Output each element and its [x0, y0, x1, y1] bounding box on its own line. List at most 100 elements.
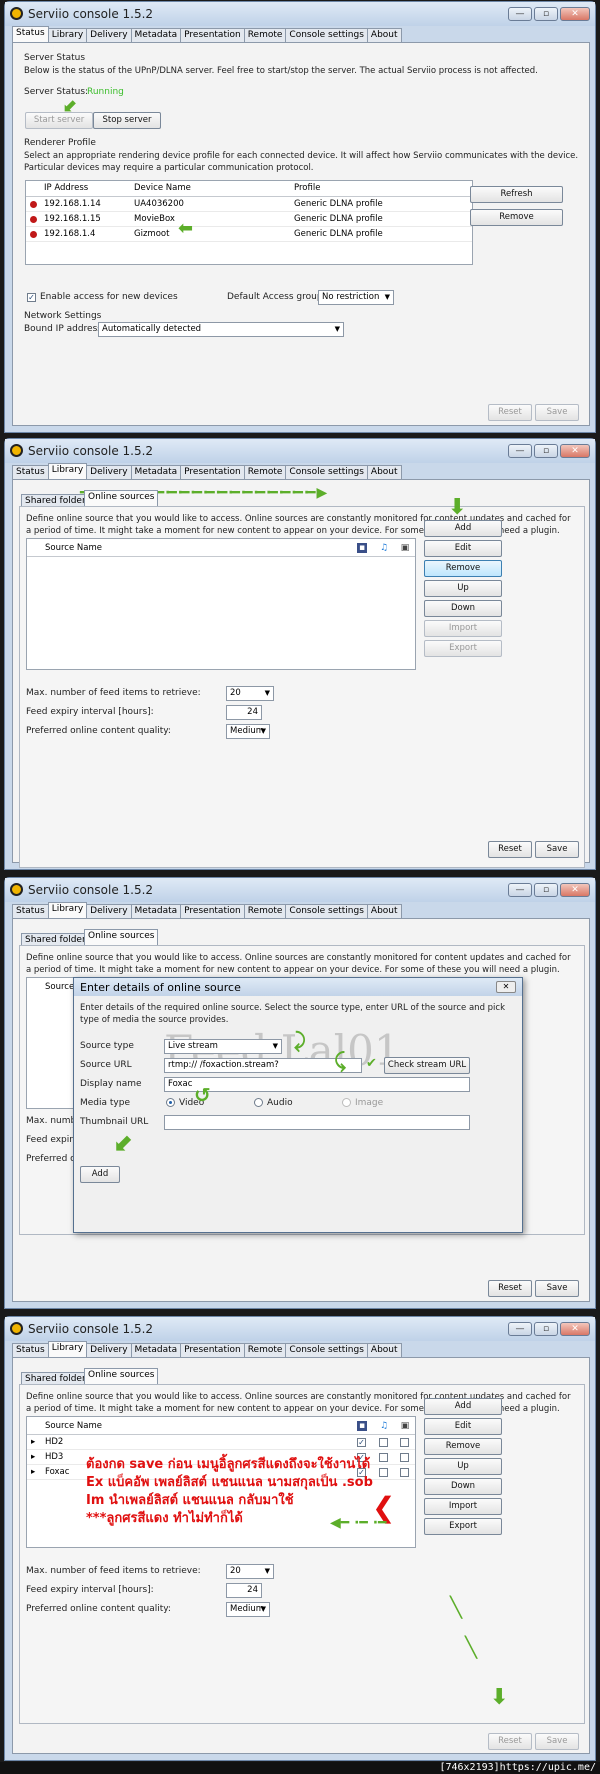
audio-checkbox[interactable]	[379, 1453, 388, 1462]
export-button[interactable]: Export	[424, 640, 502, 657]
source-row[interactable]: ▸ HD2 ✓	[27, 1435, 415, 1450]
save-button[interactable]: Save	[535, 1733, 579, 1750]
tab-status[interactable]: Status	[12, 1343, 49, 1357]
tab-metadata[interactable]: Metadata	[130, 1343, 182, 1357]
tab-console-settings[interactable]: Console settings	[285, 1343, 368, 1357]
tab-about[interactable]: About	[366, 465, 402, 479]
down-button[interactable]: Down	[424, 600, 502, 617]
bound-ip-select[interactable]: Automatically detected ▼	[98, 322, 344, 337]
add-source-button[interactable]: Add	[424, 520, 502, 537]
table-row[interactable]: 192.168.1.4 Gizmoot Generic DLNA profile	[26, 227, 472, 242]
thumbnail-url-input[interactable]	[164, 1115, 470, 1130]
dialog-close-icon[interactable]: ✕	[496, 981, 516, 993]
enable-access-checkbox[interactable]: ✓	[27, 293, 36, 302]
maximize-icon[interactable]: ▫	[534, 7, 558, 21]
save-button[interactable]: Save	[535, 841, 579, 858]
tab-remote[interactable]: Remote	[243, 465, 287, 479]
tab-about[interactable]: About	[366, 904, 402, 918]
refresh-button[interactable]: Refresh	[470, 186, 563, 203]
tab-remote[interactable]: Remote	[243, 28, 287, 42]
up-button[interactable]: Up	[424, 1458, 502, 1475]
max-items-select[interactable]: 20 ▼	[226, 686, 274, 701]
tab-about[interactable]: About	[366, 1343, 402, 1357]
media-type-image-radio[interactable]	[342, 1098, 351, 1107]
media-type-audio-radio[interactable]	[254, 1098, 263, 1107]
tab-delivery[interactable]: Delivery	[86, 28, 132, 42]
default-access-group-select[interactable]: No restriction ▼	[318, 290, 394, 305]
audio-checkbox[interactable]	[379, 1468, 388, 1477]
source-type-select[interactable]: Live stream ▼	[164, 1039, 282, 1054]
stop-server-button[interactable]: Stop server	[93, 112, 161, 129]
image-checkbox[interactable]	[400, 1453, 409, 1462]
tab-status[interactable]: Status	[12, 904, 49, 918]
image-checkbox[interactable]	[400, 1438, 409, 1447]
tab-delivery[interactable]: Delivery	[86, 465, 132, 479]
tab-console-settings[interactable]: Console settings	[285, 465, 368, 479]
close-icon[interactable]: ✕	[560, 1322, 590, 1336]
tab-library[interactable]: Library	[47, 1341, 88, 1357]
tab-delivery[interactable]: Delivery	[86, 1343, 132, 1357]
tab-presentation[interactable]: Presentation	[180, 465, 245, 479]
feed-expiry-input[interactable]: 24	[226, 705, 262, 720]
close-icon[interactable]: ✕	[560, 7, 590, 21]
close-icon[interactable]: ✕	[560, 444, 590, 458]
media-type-video-radio[interactable]	[166, 1098, 175, 1107]
dialog-add-button[interactable]: Add	[80, 1166, 120, 1183]
edit-source-button[interactable]: Edit	[424, 1418, 502, 1435]
subtab-online-sources[interactable]: Online sources	[84, 490, 159, 506]
check-stream-url-button[interactable]: Check stream URL	[384, 1057, 470, 1074]
export-button[interactable]: Export	[424, 1518, 502, 1535]
tab-console-settings[interactable]: Console settings	[285, 28, 368, 42]
tab-about[interactable]: About	[366, 28, 402, 42]
tab-status[interactable]: Status	[12, 465, 49, 479]
tab-presentation[interactable]: Presentation	[180, 1343, 245, 1357]
max-items-select[interactable]: 20 ▼	[226, 1564, 274, 1579]
tab-remote[interactable]: Remote	[243, 1343, 287, 1357]
up-button[interactable]: Up	[424, 580, 502, 597]
tab-library[interactable]: Library	[47, 463, 88, 479]
subtab-online-sources[interactable]: Online sources	[84, 1368, 159, 1384]
table-row[interactable]: 192.168.1.15 MovieBox Generic DLNA profi…	[26, 212, 472, 227]
tab-library[interactable]: Library	[47, 902, 88, 918]
video-checkbox[interactable]: ✓	[357, 1438, 366, 1447]
reset-button[interactable]: Reset	[488, 1733, 532, 1750]
audio-checkbox[interactable]	[379, 1438, 388, 1447]
add-source-button[interactable]: Add	[424, 1398, 502, 1415]
tab-presentation[interactable]: Presentation	[180, 28, 245, 42]
start-server-button[interactable]: Start server	[25, 112, 93, 129]
close-icon[interactable]: ✕	[560, 883, 590, 897]
tab-status[interactable]: Status	[12, 26, 49, 42]
feed-expiry-input[interactable]: 24	[226, 1583, 262, 1598]
content-quality-select[interactable]: Medium ▼	[226, 1602, 270, 1617]
content-quality-select[interactable]: Medium ▼	[226, 724, 270, 739]
reset-button[interactable]: Reset	[488, 404, 532, 421]
remove-source-button[interactable]: Remove	[424, 1438, 502, 1455]
tab-metadata[interactable]: Metadata	[130, 28, 182, 42]
minimize-icon[interactable]: —	[508, 1322, 532, 1336]
tab-console-settings[interactable]: Console settings	[285, 904, 368, 918]
minimize-icon[interactable]: —	[508, 444, 532, 458]
minimize-icon[interactable]: —	[508, 883, 532, 897]
import-button[interactable]: Import	[424, 620, 502, 637]
tab-remote[interactable]: Remote	[243, 904, 287, 918]
image-checkbox[interactable]	[400, 1468, 409, 1477]
maximize-icon[interactable]: ▫	[534, 444, 558, 458]
remove-source-button[interactable]: Remove	[424, 560, 502, 577]
maximize-icon[interactable]: ▫	[534, 1322, 558, 1336]
down-button[interactable]: Down	[424, 1478, 502, 1495]
maximize-icon[interactable]: ▫	[534, 883, 558, 897]
import-button[interactable]: Import	[424, 1498, 502, 1515]
tab-metadata[interactable]: Metadata	[130, 904, 182, 918]
save-button[interactable]: Save	[535, 404, 579, 421]
tab-library[interactable]: Library	[47, 28, 88, 42]
edit-source-button[interactable]: Edit	[424, 540, 502, 557]
reset-button[interactable]: Reset	[488, 1280, 532, 1297]
reset-button[interactable]: Reset	[488, 841, 532, 858]
subtab-online-sources[interactable]: Online sources	[84, 929, 159, 945]
source-url-input[interactable]: rtmp:// /foxaction.stream?	[164, 1058, 362, 1073]
tab-presentation[interactable]: Presentation	[180, 904, 245, 918]
tab-delivery[interactable]: Delivery	[86, 904, 132, 918]
save-button[interactable]: Save	[535, 1280, 579, 1297]
table-row[interactable]: 192.168.1.14 UA4036200 Generic DLNA prof…	[26, 197, 472, 212]
remove-button[interactable]: Remove	[470, 209, 563, 226]
